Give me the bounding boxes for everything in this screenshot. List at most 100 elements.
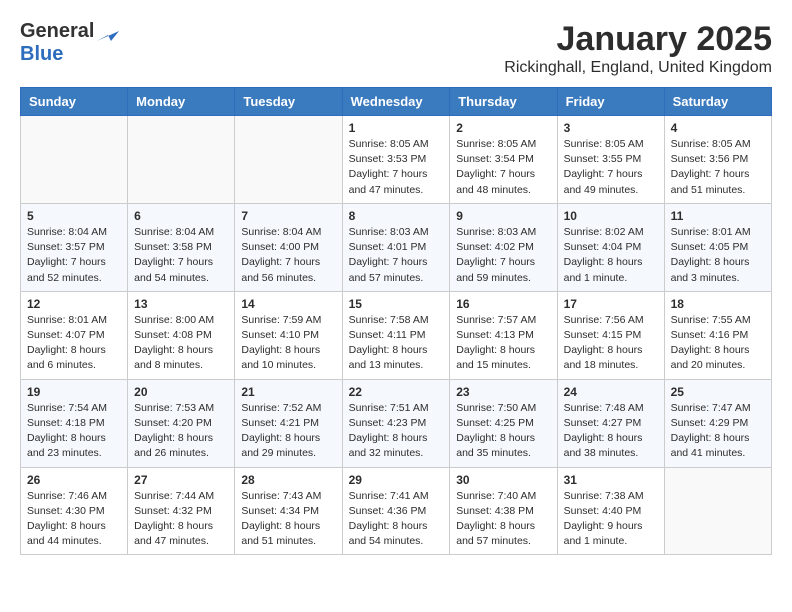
day-number: 8 (349, 209, 444, 223)
day-info: Sunrise: 7:46 AMSunset: 4:30 PMDaylight:… (27, 489, 121, 550)
day-info: Sunrise: 7:56 AMSunset: 4:15 PMDaylight:… (564, 313, 658, 374)
calendar-cell: 27 Sunrise: 7:44 AMSunset: 4:32 PMDayligh… (128, 467, 235, 555)
calendar-cell: 26 Sunrise: 7:46 AMSunset: 4:30 PMDayligh… (21, 467, 128, 555)
day-number: 29 (349, 473, 444, 487)
day-number: 10 (564, 209, 658, 223)
day-number: 12 (27, 297, 121, 311)
calendar-cell: 31 Sunrise: 7:38 AMSunset: 4:40 PMDayligh… (557, 467, 664, 555)
day-info: Sunrise: 8:03 AMSunset: 4:02 PMDaylight:… (456, 225, 550, 286)
calendar-cell: 16 Sunrise: 7:57 AMSunset: 4:13 PMDayligh… (450, 291, 557, 379)
calendar-cell: 15 Sunrise: 7:58 AMSunset: 4:11 PMDayligh… (342, 291, 450, 379)
day-info: Sunrise: 7:59 AMSunset: 4:10 PMDaylight:… (241, 313, 335, 374)
day-info: Sunrise: 8:04 AMSunset: 3:58 PMDaylight:… (134, 225, 228, 286)
logo-general: General (20, 20, 94, 43)
col-tuesday: Tuesday (235, 88, 342, 116)
day-info: Sunrise: 7:55 AMSunset: 4:16 PMDaylight:… (671, 313, 765, 374)
calendar-cell: 21 Sunrise: 7:52 AMSunset: 4:21 PMDayligh… (235, 379, 342, 467)
calendar-cell: 24 Sunrise: 7:48 AMSunset: 4:27 PMDayligh… (557, 379, 664, 467)
calendar-week-row: 26 Sunrise: 7:46 AMSunset: 4:30 PMDayligh… (21, 467, 772, 555)
calendar-cell: 3Sunrise: 8:05 AMSunset: 3:55 PMDaylight… (557, 116, 664, 204)
day-number: 23 (456, 385, 550, 399)
col-monday: Monday (128, 88, 235, 116)
calendar-week-row: 19Sunrise: 7:54 AMSunset: 4:18 PMDayligh… (21, 379, 772, 467)
day-info: Sunrise: 7:44 AMSunset: 4:32 PMDaylight:… (134, 489, 228, 550)
calendar-cell (664, 467, 771, 555)
logo-blue: Blue (20, 43, 119, 66)
col-sunday: Sunday (21, 88, 128, 116)
calendar-cell: 19Sunrise: 7:54 AMSunset: 4:18 PMDayligh… (21, 379, 128, 467)
header: General Blue January 2025 Rickinghall, E… (20, 20, 772, 77)
day-number: 16 (456, 297, 550, 311)
day-number: 31 (564, 473, 658, 487)
logo: General Blue (20, 20, 119, 66)
day-number: 19 (27, 385, 121, 399)
day-info: Sunrise: 8:05 AMSunset: 3:54 PMDaylight:… (456, 137, 550, 198)
day-info: Sunrise: 7:50 AMSunset: 4:25 PMDaylight:… (456, 401, 550, 462)
day-info: Sunrise: 7:52 AMSunset: 4:21 PMDaylight:… (241, 401, 335, 462)
calendar-cell (235, 116, 342, 204)
logo-bird-icon (97, 23, 119, 41)
day-number: 26 (27, 473, 121, 487)
day-info: Sunrise: 7:57 AMSunset: 4:13 PMDaylight:… (456, 313, 550, 374)
calendar-week-row: 1Sunrise: 8:05 AMSunset: 3:53 PMDaylight… (21, 116, 772, 204)
calendar-cell: 1Sunrise: 8:05 AMSunset: 3:53 PMDaylight… (342, 116, 450, 204)
day-info: Sunrise: 8:05 AMSunset: 3:53 PMDaylight:… (349, 137, 444, 198)
calendar-cell: 17Sunrise: 7:56 AMSunset: 4:15 PMDayligh… (557, 291, 664, 379)
day-info: Sunrise: 7:47 AMSunset: 4:29 PMDaylight:… (671, 401, 765, 462)
day-info: Sunrise: 7:58 AMSunset: 4:11 PMDaylight:… (349, 313, 444, 374)
day-number: 2 (456, 121, 550, 135)
day-number: 9 (456, 209, 550, 223)
day-number: 15 (349, 297, 444, 311)
day-number: 6 (134, 209, 228, 223)
day-info: Sunrise: 7:51 AMSunset: 4:23 PMDaylight:… (349, 401, 444, 462)
calendar-cell: 10 Sunrise: 8:02 AMSunset: 4:04 PMDayligh… (557, 203, 664, 291)
day-number: 27 (134, 473, 228, 487)
day-number: 18 (671, 297, 765, 311)
day-number: 13 (134, 297, 228, 311)
calendar-cell: 11 Sunrise: 8:01 AMSunset: 4:05 PMDayligh… (664, 203, 771, 291)
day-number: 30 (456, 473, 550, 487)
day-number: 5 (27, 209, 121, 223)
calendar-cell: 12 Sunrise: 8:01 AMSunset: 4:07 PMDayligh… (21, 291, 128, 379)
day-info: Sunrise: 8:05 AMSunset: 3:55 PMDaylight:… (564, 137, 658, 198)
calendar-cell (128, 116, 235, 204)
calendar-cell: 23 Sunrise: 7:50 AMSunset: 4:25 PMDayligh… (450, 379, 557, 467)
calendar-table: Sunday Monday Tuesday Wednesday Thursday… (20, 87, 772, 555)
day-number: 20 (134, 385, 228, 399)
day-info: Sunrise: 8:03 AMSunset: 4:01 PMDaylight:… (349, 225, 444, 286)
day-number: 24 (564, 385, 658, 399)
calendar-cell: 13Sunrise: 8:00 AMSunset: 4:08 PMDayligh… (128, 291, 235, 379)
calendar-cell: 14 Sunrise: 7:59 AMSunset: 4:10 PMDayligh… (235, 291, 342, 379)
calendar-cell: 29Sunrise: 7:41 AMSunset: 4:36 PMDayligh… (342, 467, 450, 555)
col-wednesday: Wednesday (342, 88, 450, 116)
calendar-cell: 28Sunrise: 7:43 AMSunset: 4:34 PMDayligh… (235, 467, 342, 555)
day-info: Sunrise: 8:05 AMSunset: 3:56 PMDaylight:… (671, 137, 765, 198)
calendar-cell: 25 Sunrise: 7:47 AMSunset: 4:29 PMDayligh… (664, 379, 771, 467)
calendar-cell: 18 Sunrise: 7:55 AMSunset: 4:16 PMDayligh… (664, 291, 771, 379)
month-title: January 2025 (504, 20, 772, 59)
title-area: January 2025 Rickinghall, England, Unite… (504, 20, 772, 77)
day-info: Sunrise: 7:48 AMSunset: 4:27 PMDaylight:… (564, 401, 658, 462)
day-info: Sunrise: 8:04 AMSunset: 3:57 PMDaylight:… (27, 225, 121, 286)
col-friday: Friday (557, 88, 664, 116)
day-info: Sunrise: 8:02 AMSunset: 4:04 PMDaylight:… (564, 225, 658, 286)
day-number: 21 (241, 385, 335, 399)
day-number: 25 (671, 385, 765, 399)
day-info: Sunrise: 8:01 AMSunset: 4:05 PMDaylight:… (671, 225, 765, 286)
day-number: 11 (671, 209, 765, 223)
day-info: Sunrise: 8:01 AMSunset: 4:07 PMDaylight:… (27, 313, 121, 374)
calendar-cell: 5 Sunrise: 8:04 AMSunset: 3:57 PMDaylight… (21, 203, 128, 291)
day-number: 7 (241, 209, 335, 223)
day-number: 22 (349, 385, 444, 399)
calendar-cell: 4Sunrise: 8:05 AMSunset: 3:56 PMDaylight… (664, 116, 771, 204)
page-container: General Blue January 2025 Rickinghall, E… (20, 20, 772, 555)
calendar-cell: 6 Sunrise: 8:04 AMSunset: 3:58 PMDaylight… (128, 203, 235, 291)
col-saturday: Saturday (664, 88, 771, 116)
day-number: 14 (241, 297, 335, 311)
day-info: Sunrise: 7:38 AMSunset: 4:40 PMDaylight:… (564, 489, 658, 550)
calendar-week-row: 5 Sunrise: 8:04 AMSunset: 3:57 PMDaylight… (21, 203, 772, 291)
location: Rickinghall, England, United Kingdom (504, 59, 772, 77)
day-info: Sunrise: 7:40 AMSunset: 4:38 PMDaylight:… (456, 489, 550, 550)
calendar-cell (21, 116, 128, 204)
col-thursday: Thursday (450, 88, 557, 116)
